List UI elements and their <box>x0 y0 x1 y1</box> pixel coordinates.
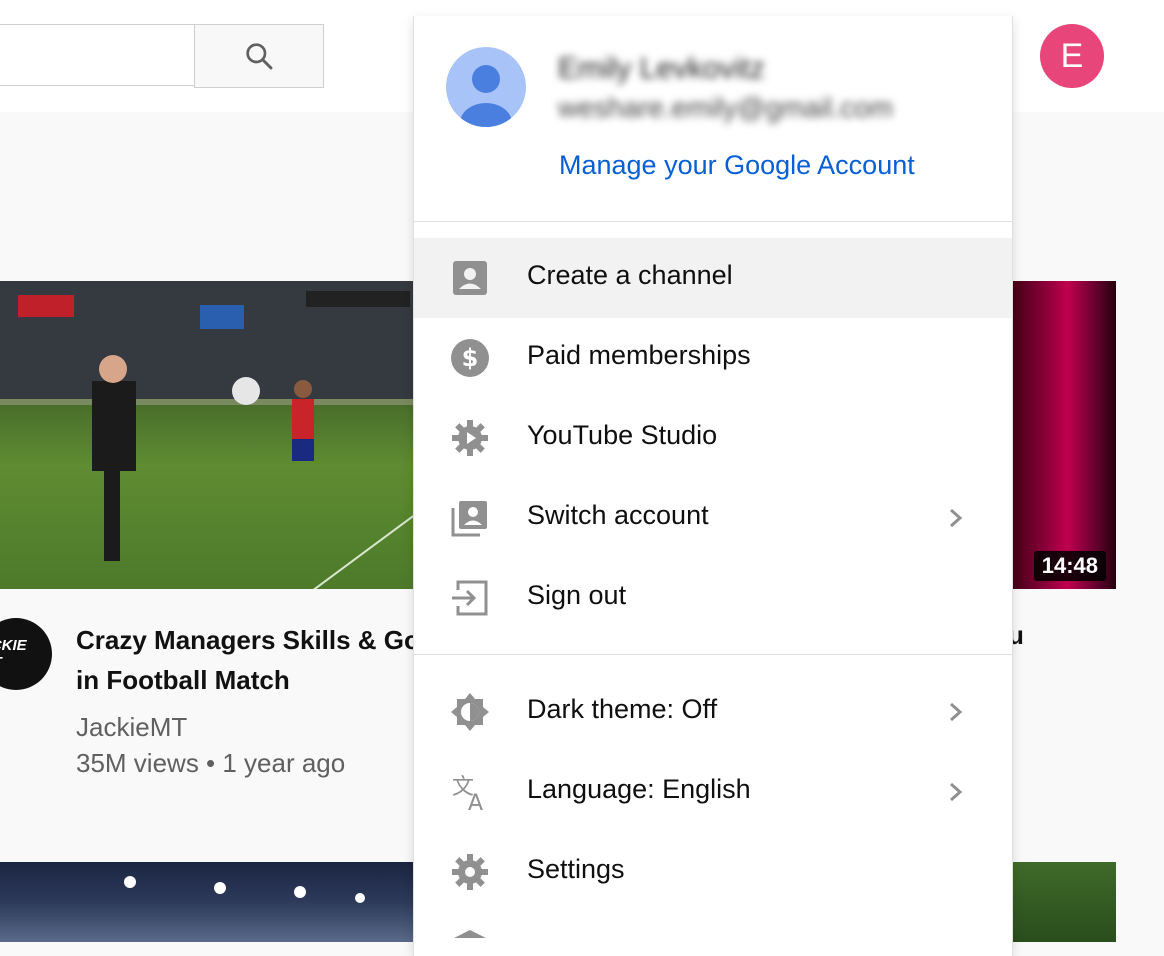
video-thumbnail-bottom-left[interactable] <box>0 862 420 942</box>
video-title[interactable]: Crazy Managers Skills & Go in Football M… <box>76 620 416 700</box>
video-duration: 14:48 <box>1033 551 1106 581</box>
menu-item-dark-theme[interactable]: Dark theme: Off <box>414 672 1012 752</box>
video-thumbnail-right[interactable]: 14:48 <box>1008 281 1116 589</box>
sign-out-icon <box>452 580 488 616</box>
video-channel-name[interactable]: JackieMT <box>76 712 187 743</box>
menu-item-sign-out[interactable]: Sign out <box>414 558 1012 638</box>
video-thumbnail-left[interactable] <box>0 281 420 589</box>
menu-item-paid-memberships[interactable]: $ Paid memberships <box>414 318 1012 398</box>
menu-item-settings[interactable]: Settings <box>414 832 1012 912</box>
manage-account-link[interactable]: Manage your Google Account <box>559 150 915 181</box>
video-title-line1: Crazy Managers Skills & Go <box>76 625 416 655</box>
menu-item-label: Sign out <box>527 580 627 610</box>
account-header: Emily Levkovitz weshare.emily@gmail.com … <box>414 16 1012 222</box>
stadium-image <box>124 876 365 903</box>
translate-icon: 文 A <box>452 775 483 812</box>
person-icon <box>460 65 512 127</box>
menu-item-label: Create a channel <box>527 260 733 290</box>
search-input[interactable] <box>0 24 194 86</box>
menu-item-label: YouTube Studio <box>527 420 718 450</box>
video-metadata: 35M views • 1 year ago <box>76 748 346 778</box>
settings-gear-icon <box>452 854 488 890</box>
studio-gear-icon <box>452 420 488 456</box>
menu-item-youtube-studio[interactable]: YouTube Studio <box>414 398 1012 478</box>
search-icon <box>246 43 273 70</box>
menu-item-label: Paid memberships <box>527 340 751 370</box>
shield-icon <box>454 930 486 938</box>
menu-item-label: Language: English <box>527 774 751 804</box>
account-box-icon <box>453 261 487 295</box>
search-button[interactable] <box>194 24 324 88</box>
account-menu: Emily Levkovitz weshare.emily@gmail.com … <box>413 16 1013 956</box>
menu-separator <box>414 654 1012 655</box>
menu-item-create-channel[interactable]: Create a channel <box>414 238 1012 318</box>
video-title-line2: in Football Match <box>76 665 290 695</box>
video-thumbnail-bottom-right[interactable] <box>1008 862 1116 942</box>
dark-theme-icon <box>451 693 489 731</box>
user-initial: E <box>1060 36 1084 75</box>
channel-logo-text: ACKIE MT <box>0 637 27 671</box>
svg-text:A: A <box>468 791 483 812</box>
account-avatar <box>446 47 526 127</box>
menu-item-label: Switch account <box>527 500 709 530</box>
menu-item-label: Settings <box>527 854 625 884</box>
chevron-right-icon <box>950 702 963 722</box>
chevron-right-icon <box>950 782 963 802</box>
switch-account-icon <box>451 501 487 537</box>
menu-item-language[interactable]: 文 A Language: English <box>414 752 1012 832</box>
football-scene-image <box>0 281 420 589</box>
channel-avatar[interactable]: ACKIE MT <box>0 618 52 690</box>
menu-item-switch-account[interactable]: Switch account <box>414 478 1012 558</box>
menu-item-label: Dark theme: Off <box>527 694 718 724</box>
user-avatar-button[interactable]: E <box>1040 24 1104 88</box>
account-name: Emily Levkovitz <box>558 52 765 85</box>
dollar-circle-icon: $ <box>451 339 489 377</box>
account-email: weshare.emily@gmail.com <box>558 92 893 123</box>
svg-text:$: $ <box>462 344 479 372</box>
chevron-right-icon <box>950 508 963 528</box>
